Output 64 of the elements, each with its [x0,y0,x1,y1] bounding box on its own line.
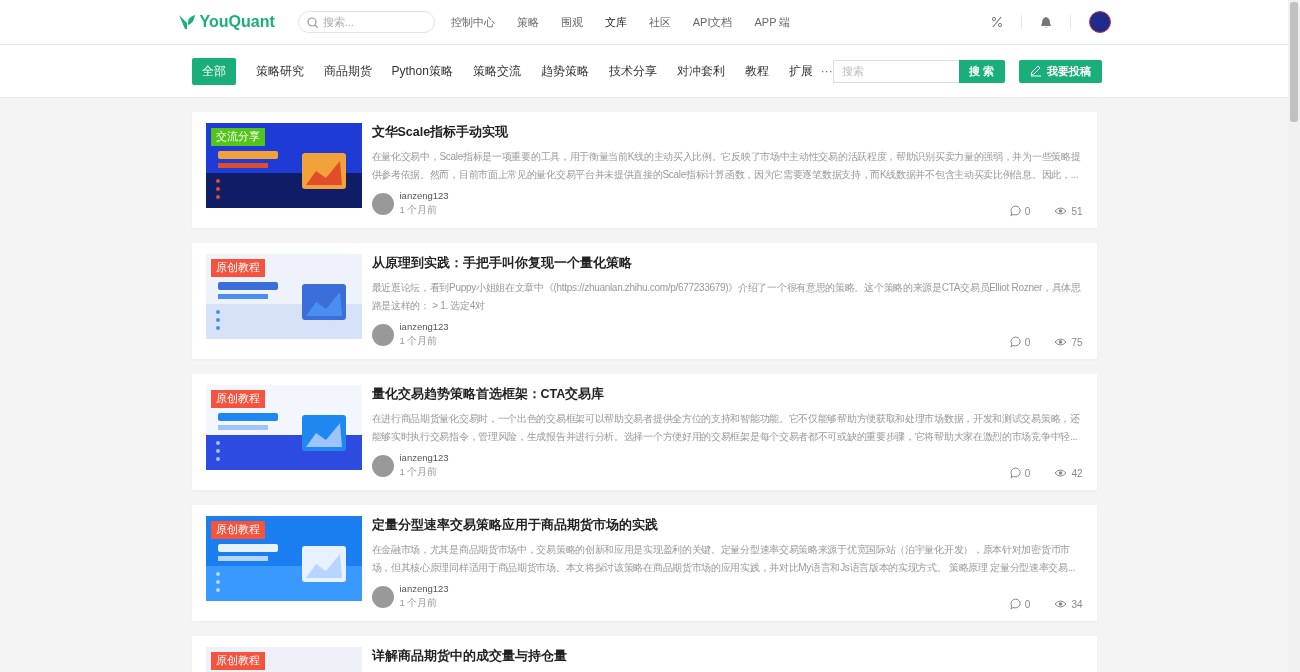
nav-link[interactable]: 文库 [604,14,627,30]
nav-link[interactable]: 围观 [560,14,583,30]
view-count: 51 [1071,205,1083,217]
category-tab[interactable]: 商品期货 [323,62,372,80]
eye-icon [1054,468,1068,478]
author-name[interactable]: ianzeng123 [399,190,449,201]
author-name[interactable]: ianzeng123 [399,321,449,332]
category-tab[interactable]: 策略研究 [255,62,304,80]
category-tag: 原创教程 [210,259,265,277]
category-tab[interactable]: 对冲套利 [676,62,725,80]
scrollbar-thumb[interactable] [1290,2,1298,122]
article-title[interactable]: 详解商品期货中的成交量与持仓量 [371,648,1083,665]
category-tag: 原创教程 [210,390,265,408]
pencil-icon [1029,65,1041,77]
logo-icon [177,13,196,31]
post-time: 1 个月前 [399,597,439,610]
nav-link[interactable]: APP 端 [754,14,791,30]
comment-count: 0 [1024,336,1031,348]
author-avatar [371,323,394,346]
article-title[interactable]: 量化交易趋势策略首选框架：CTA交易库 [371,386,1083,403]
author-name[interactable]: ianzeng123 [399,583,449,594]
view-count: 34 [1071,598,1083,610]
post-time: 1 个月前 [399,466,439,479]
percent-icon[interactable] [990,16,1003,28]
comment-icon [1009,467,1021,479]
category-tag: 交流分享 [210,128,265,146]
author-avatar [371,454,394,477]
category-tab[interactable]: 技术分享 [608,62,657,80]
article-summary: 在金融市场，尤其是商品期货市场中，交易策略的创新和应用是实现盈利的关键。定量分型速率交易策略来源于优宽国际站（泊宇量化开发），原本针对加密货币市场，但其核心原理同样适用于商品期货市场。本文将探讨该策略在商品期货市场的应用实践，并对比My语言和Js语言版本的实现方式。 策略原理 定量分型速率交易... [371,543,1077,575]
author-name[interactable]: ianzeng123 [399,452,449,463]
comment-count: 0 [1024,205,1031,217]
category-tag: 原创教程 [210,521,265,539]
category-tab[interactable]: Python策略 [391,62,453,80]
comment-count: 0 [1024,467,1031,479]
eye-icon [1054,337,1068,347]
nav-link[interactable]: 策略 [516,14,539,30]
author-avatar [371,192,394,215]
view-count: 42 [1071,467,1083,479]
eye-icon [1054,599,1068,609]
user-avatar[interactable] [1088,11,1111,33]
nav-link[interactable]: 社区 [648,14,671,30]
category-tab[interactable]: 趋势策略 [540,62,589,80]
category-tag: 原创教程 [210,652,265,670]
article-title[interactable]: 文华Scale指标手动实现 [371,124,1083,141]
article-title[interactable]: 定量分型速率交易策略应用于商品期货市场的实践 [371,517,1083,534]
comment-icon [1009,598,1021,610]
article-title[interactable]: 从原理到实践：手把手叫你复现一个量化策略 [371,255,1083,272]
comment-icon [1009,205,1021,217]
search-field[interactable]: 搜索 [832,59,959,83]
comment-icon [1009,336,1021,348]
more-button[interactable]: ··· [820,64,833,78]
comment-count: 0 [1024,598,1031,610]
author-avatar [371,585,394,608]
eye-icon [1054,206,1068,216]
search-field[interactable]: 搜索... [297,11,435,33]
view-count: 75 [1071,336,1083,348]
bell-icon[interactable] [1039,16,1052,28]
post-time: 1 个月前 [399,335,439,348]
category-tab[interactable]: 策略交流 [472,62,521,80]
nav-link[interactable]: 控制中心 [450,14,495,30]
post-time: 1 个月前 [399,204,439,217]
category-tab[interactable]: 教程 [744,62,769,80]
nav-link[interactable]: API文档 [692,14,733,30]
category-tab[interactable]: 扩展 [788,62,813,80]
